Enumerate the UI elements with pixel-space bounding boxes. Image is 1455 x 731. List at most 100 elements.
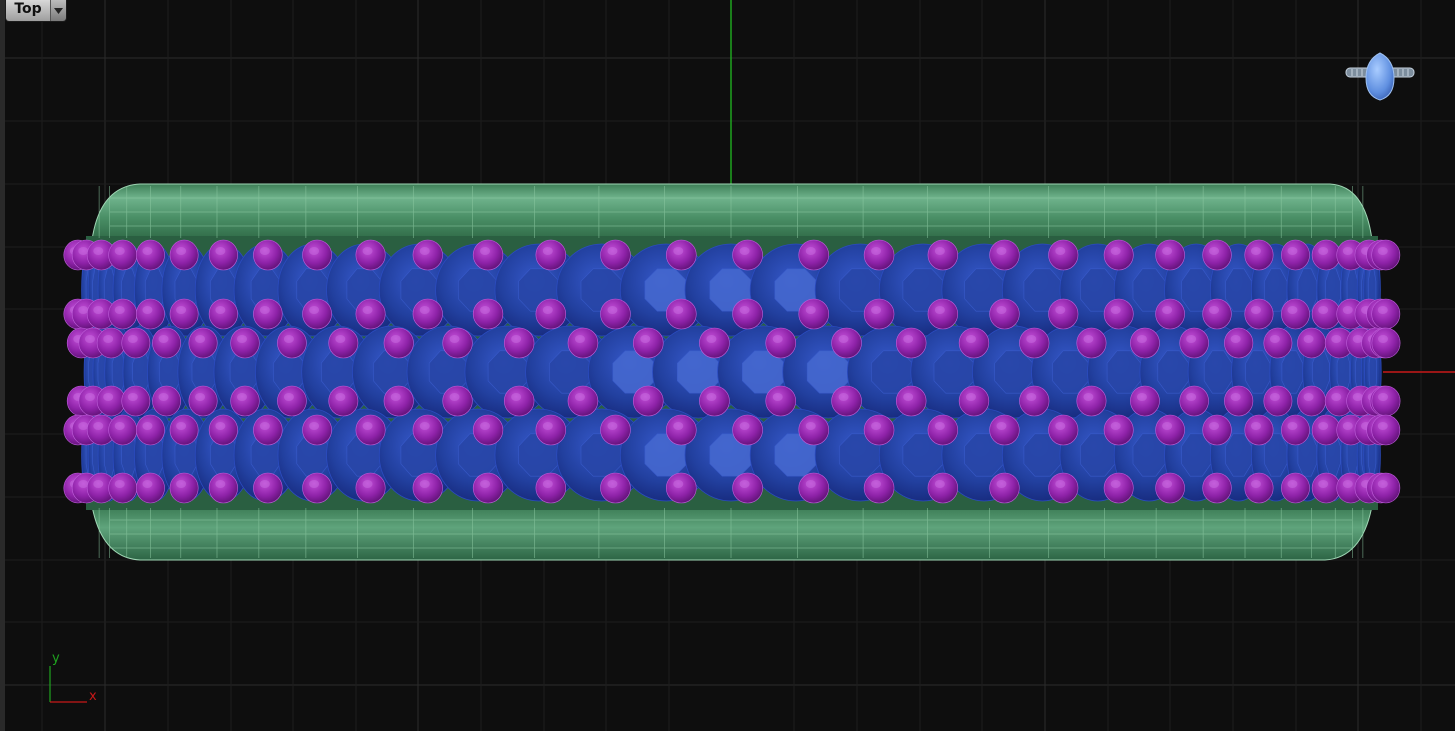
gem-pave-field[interactable] xyxy=(81,243,1382,502)
prong[interactable] xyxy=(1263,385,1293,417)
prong[interactable] xyxy=(600,414,631,446)
prong[interactable] xyxy=(355,472,386,504)
prong[interactable] xyxy=(831,385,862,417)
prong[interactable] xyxy=(732,298,763,330)
prong[interactable] xyxy=(96,385,126,417)
prong[interactable] xyxy=(1048,414,1079,446)
prong[interactable] xyxy=(1103,414,1134,446)
prong[interactable] xyxy=(600,239,631,271)
prong[interactable] xyxy=(1179,385,1209,417)
prong[interactable] xyxy=(302,472,332,504)
prong[interactable] xyxy=(253,472,283,504)
view-name-label[interactable]: Top xyxy=(6,0,50,21)
prong[interactable] xyxy=(188,385,218,417)
prong[interactable] xyxy=(1155,414,1185,446)
prong[interactable] xyxy=(535,298,567,330)
prong[interactable] xyxy=(1103,298,1134,330)
prong[interactable] xyxy=(863,472,895,504)
prong[interactable] xyxy=(699,327,730,359)
prong[interactable] xyxy=(1371,472,1401,504)
prong[interactable] xyxy=(1130,327,1160,359)
prong[interactable] xyxy=(632,385,664,417)
ring-preview-icon[interactable] xyxy=(1345,52,1415,101)
prong[interactable] xyxy=(503,327,535,359)
prong[interactable] xyxy=(1244,414,1274,446)
prong[interactable] xyxy=(863,298,895,330)
prong[interactable] xyxy=(472,472,504,504)
band-bottom-edge[interactable] xyxy=(91,505,1373,561)
prong[interactable] xyxy=(442,327,473,359)
prong[interactable] xyxy=(253,298,283,330)
prong[interactable] xyxy=(1048,472,1079,504)
prong[interactable] xyxy=(152,327,181,359)
prong[interactable] xyxy=(1297,327,1326,359)
prong[interactable] xyxy=(798,239,830,271)
prong[interactable] xyxy=(208,239,238,271)
prong[interactable] xyxy=(1202,414,1232,446)
view-menu-button[interactable] xyxy=(50,0,66,21)
prong[interactable] xyxy=(302,414,332,446)
prong[interactable] xyxy=(169,298,199,330)
prong[interactable] xyxy=(277,385,307,417)
prong[interactable] xyxy=(927,472,959,504)
prong[interactable] xyxy=(665,472,697,504)
prong[interactable] xyxy=(383,327,414,359)
prong[interactable] xyxy=(1297,385,1326,417)
prong[interactable] xyxy=(732,239,763,271)
prong[interactable] xyxy=(169,472,199,504)
rhino-viewport[interactable]: Top y x xyxy=(0,0,1455,731)
prong[interactable] xyxy=(535,239,567,271)
prong[interactable] xyxy=(958,385,990,417)
prong[interactable] xyxy=(253,414,283,446)
prong[interactable] xyxy=(1371,327,1401,359)
prong[interactable] xyxy=(412,239,443,271)
prong[interactable] xyxy=(567,385,599,417)
prong[interactable] xyxy=(96,327,126,359)
prong[interactable] xyxy=(328,327,359,359)
prong[interactable] xyxy=(302,239,332,271)
prong[interactable] xyxy=(927,298,959,330)
prong[interactable] xyxy=(503,385,535,417)
prong[interactable] xyxy=(136,239,165,271)
prong[interactable] xyxy=(600,298,631,330)
prong[interactable] xyxy=(328,385,359,417)
prong[interactable] xyxy=(1311,239,1341,271)
prong[interactable] xyxy=(1224,385,1254,417)
prong[interactable] xyxy=(442,385,473,417)
prong[interactable] xyxy=(1155,298,1185,330)
prong[interactable] xyxy=(1371,239,1401,271)
prong[interactable] xyxy=(1179,327,1209,359)
prong[interactable] xyxy=(412,414,443,446)
prong[interactable] xyxy=(121,327,151,359)
prong[interactable] xyxy=(1019,385,1050,417)
prong[interactable] xyxy=(208,298,238,330)
prong[interactable] xyxy=(253,239,283,271)
prong[interactable] xyxy=(1202,472,1232,504)
prong[interactable] xyxy=(699,385,730,417)
prong[interactable] xyxy=(383,385,414,417)
prong[interactable] xyxy=(355,239,386,271)
prong[interactable] xyxy=(208,472,238,504)
prong[interactable] xyxy=(412,298,443,330)
prong[interactable] xyxy=(108,239,138,271)
prong[interactable] xyxy=(600,472,631,504)
prong[interactable] xyxy=(863,239,895,271)
prong[interactable] xyxy=(302,298,332,330)
prong[interactable] xyxy=(472,414,504,446)
prong[interactable] xyxy=(989,472,1020,504)
prong[interactable] xyxy=(1371,298,1401,330)
prong[interactable] xyxy=(798,472,830,504)
prong[interactable] xyxy=(277,327,307,359)
prong[interactable] xyxy=(798,414,830,446)
prong[interactable] xyxy=(765,327,797,359)
prong[interactable] xyxy=(567,327,599,359)
prong[interactable] xyxy=(1202,239,1232,271)
prong[interactable] xyxy=(665,239,697,271)
prong[interactable] xyxy=(665,298,697,330)
prong[interactable] xyxy=(1281,239,1310,271)
prong[interactable] xyxy=(1281,414,1310,446)
prong[interactable] xyxy=(472,298,504,330)
prong[interactable] xyxy=(412,472,443,504)
prong[interactable] xyxy=(1048,239,1079,271)
prong[interactable] xyxy=(136,472,165,504)
